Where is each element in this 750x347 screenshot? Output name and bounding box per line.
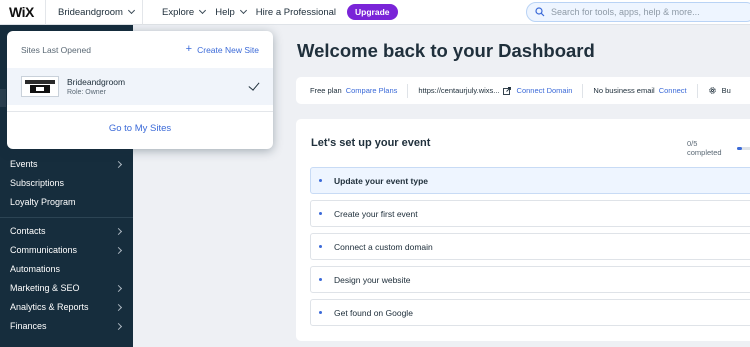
bullet-icon	[319, 179, 322, 182]
sidebar-item-loyalty-program[interactable]: Loyalty Program	[0, 193, 133, 211]
sidebar-item-subscriptions[interactable]: Subscriptions	[0, 174, 133, 192]
setup-step[interactable]: Connect a custom domain	[310, 233, 750, 260]
setup-step[interactable]: Get found on Google	[310, 299, 750, 326]
recent-site-name: Brideandgroom	[67, 77, 126, 87]
bullet-icon	[319, 212, 322, 215]
setup-card: Let's set up your event 0/5 completed Up…	[296, 119, 750, 341]
chevron-right-icon	[114, 227, 123, 235]
search-icon	[535, 7, 545, 17]
bullet-icon	[319, 311, 322, 314]
checkmark-icon	[248, 79, 260, 91]
sidebar-item-label: Events	[10, 159, 38, 169]
progress-bar	[737, 146, 750, 150]
connect-email-link[interactable]: Connect	[659, 86, 687, 95]
chevron-right-icon	[114, 246, 123, 254]
sidebar-item-label: Contacts	[10, 226, 46, 236]
bullet-icon	[319, 245, 322, 248]
sidebar-item-contacts[interactable]: Contacts	[0, 222, 133, 240]
search-placeholder: Search for tools, apps, help & more...	[551, 7, 700, 17]
page-title: Welcome back to your Dashboard	[297, 40, 595, 61]
site-switcher[interactable]: Brideandgroom	[45, 0, 143, 25]
chevron-right-icon	[114, 322, 123, 330]
sidebar-item-label: Automations	[10, 264, 61, 274]
setup-card-title: Let's set up your event	[311, 137, 431, 149]
sidebar-item-events[interactable]: Events	[0, 155, 133, 173]
nav-hire-professional[interactable]: Hire a Professional	[256, 7, 336, 18]
sidebar-item-label: Finances	[10, 321, 47, 331]
site-switcher-dropdown: Sites Last Opened + Create New Site Brid…	[7, 31, 273, 149]
wix-logo[interactable]: WiX	[0, 4, 45, 20]
truncated-item-label[interactable]: Bu	[722, 86, 731, 95]
chevron-down-icon	[239, 6, 247, 15]
sidebar-item-analytics-reports[interactable]: Analytics & Reports	[0, 298, 133, 316]
search-input[interactable]: Search for tools, apps, help & more...	[526, 2, 750, 22]
setup-step-label: Get found on Google	[334, 307, 413, 318]
connect-domain-link[interactable]: Connect Domain	[517, 86, 573, 95]
sidebar-item-label: Loyalty Program	[10, 197, 76, 207]
nav-help-label: Help	[215, 6, 235, 18]
sidebar-divider	[0, 217, 133, 218]
sidebar-active-marker	[0, 89, 6, 107]
setup-step-label: Design your website	[334, 274, 411, 285]
progress-text: 0/5 completed	[687, 139, 722, 157]
setup-step[interactable]: Update your event type	[310, 167, 750, 194]
nav-help[interactable]: Help	[215, 6, 247, 18]
chevron-right-icon	[114, 303, 123, 311]
setup-step-label: Connect a custom domain	[334, 241, 433, 252]
dropdown-divider	[7, 111, 273, 112]
recent-site-item[interactable]: Brideandgroom Role: Owner	[7, 68, 273, 105]
sidebar-item-finances[interactable]: Finances	[0, 317, 133, 335]
sidebar-item-label: Communications	[10, 245, 78, 255]
nav-hire-label: Hire a Professional	[255, 6, 337, 18]
chevron-right-icon	[114, 284, 123, 292]
go-to-my-sites-link[interactable]: Go to My Sites	[7, 123, 273, 134]
upgrade-button[interactable]: Upgrade	[347, 4, 398, 20]
site-switcher-label: Brideandgroom	[58, 6, 123, 18]
email-text: No business email	[593, 86, 655, 95]
dropdown-header: Sites Last Opened	[21, 45, 91, 55]
sidebar-item-automations[interactable]: Automations	[0, 260, 133, 278]
compare-plans-link[interactable]: Compare Plans	[346, 86, 398, 95]
site-url[interactable]: https://centaurjuly.wixs...	[418, 86, 499, 95]
create-new-site-button[interactable]: + Create New Site	[186, 44, 259, 55]
external-link-icon[interactable]	[502, 86, 511, 95]
chevron-right-icon	[114, 160, 123, 168]
progress-fill	[737, 146, 742, 150]
top-bar: WiX Brideandgroom Explore Help Hire a Pr…	[0, 0, 750, 25]
plus-icon: +	[185, 43, 193, 55]
nav-explore-label: Explore	[162, 6, 195, 18]
recent-site-role: Role: Owner	[67, 89, 106, 96]
bullet-icon	[319, 278, 322, 281]
divider	[407, 83, 409, 98]
setup-step-label: Create your first event	[334, 208, 418, 219]
setup-step[interactable]: Design your website	[310, 266, 750, 293]
sidebar-item-label: Analytics & Reports	[10, 302, 89, 312]
nav-explore[interactable]: Explore	[162, 6, 207, 18]
gear-icon[interactable]	[708, 86, 717, 95]
setup-step-label: Update your event type	[334, 175, 428, 186]
plan-text: Free plan	[310, 86, 342, 95]
sidebar-item-label: Marketing & SEO	[10, 283, 80, 293]
setup-step[interactable]: Create your first event	[310, 200, 750, 227]
site-thumbnail	[21, 76, 59, 97]
chevron-down-icon	[199, 6, 207, 15]
divider	[582, 83, 584, 98]
sidebar-item-label: Subscriptions	[10, 178, 65, 188]
chevron-down-icon	[127, 6, 136, 15]
sidebar-item-communications[interactable]: Communications	[0, 241, 133, 259]
divider	[696, 83, 698, 98]
site-info-bar: Free plan Compare Plans https://centaurj…	[296, 77, 750, 104]
create-new-site-label: Create New Site	[197, 44, 259, 55]
setup-progress: 0/5 completed	[687, 139, 750, 157]
sidebar-item-marketing-seo[interactable]: Marketing & SEO	[0, 279, 133, 297]
